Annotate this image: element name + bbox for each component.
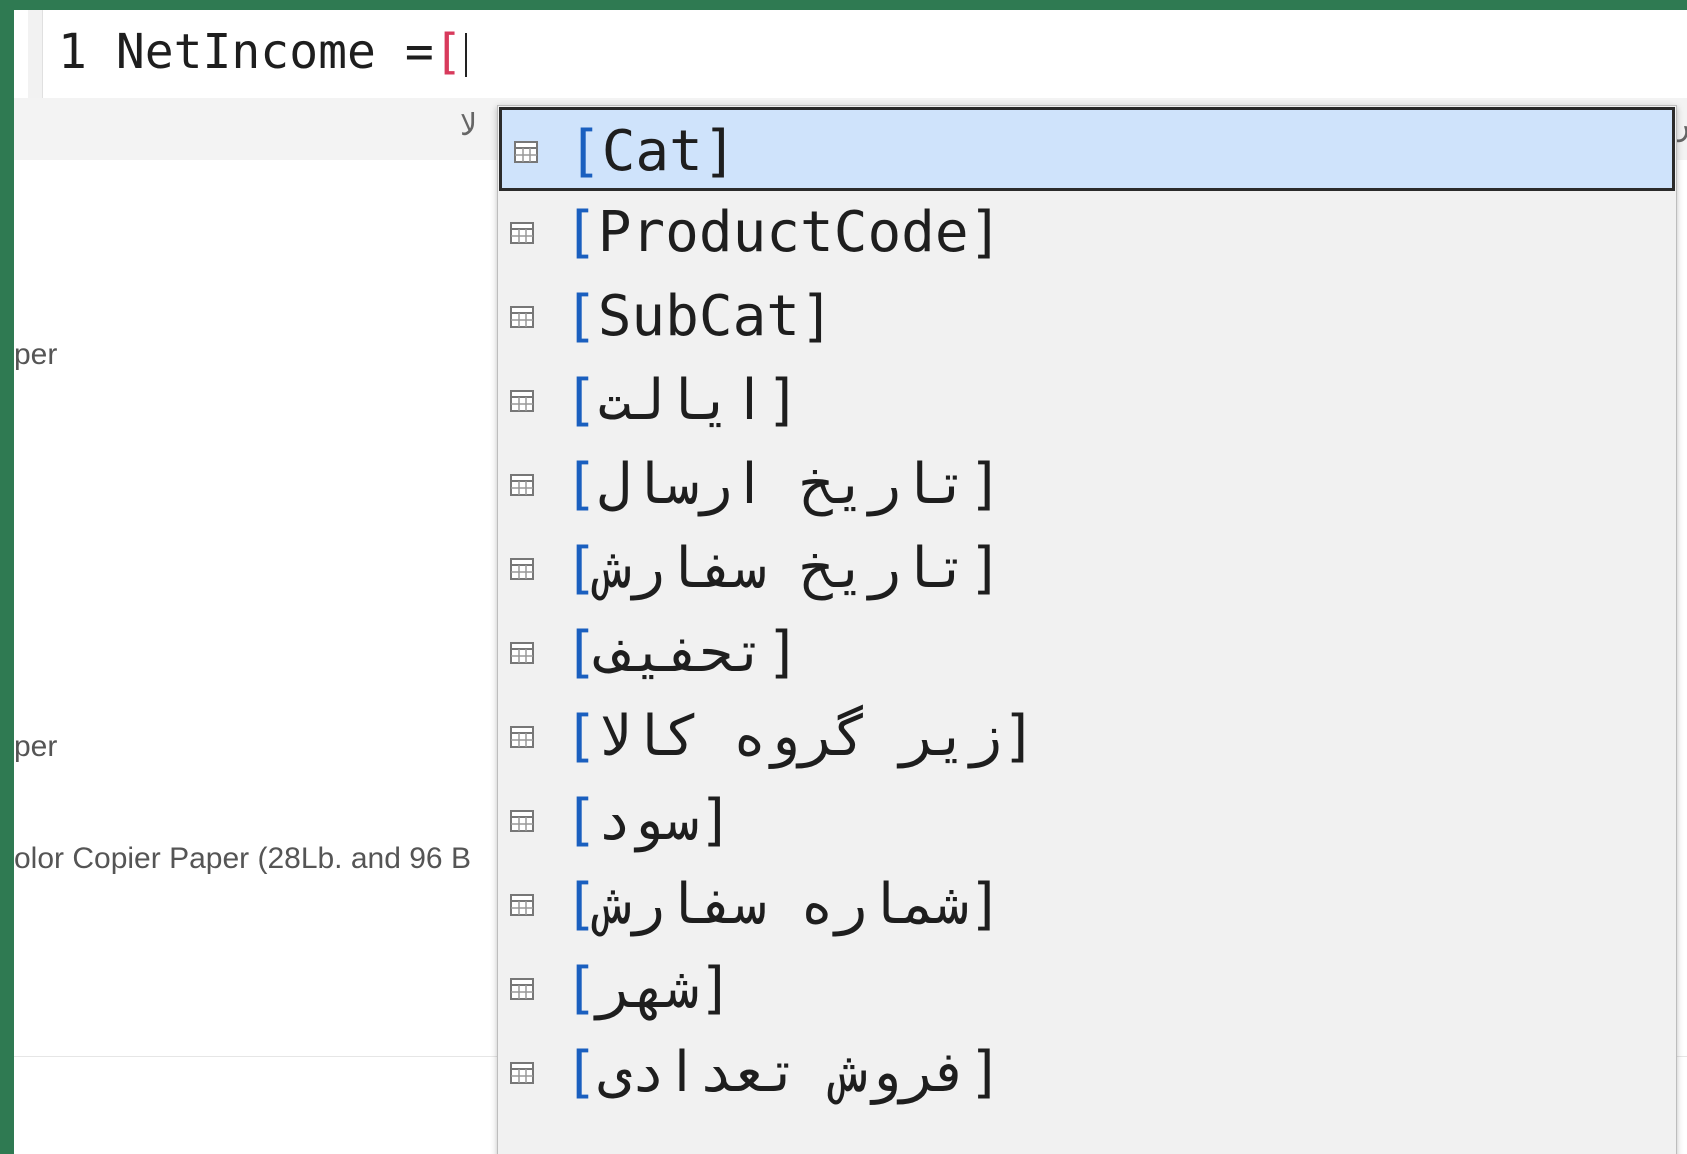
- open-bracket: [: [433, 24, 463, 80]
- text-cursor: [464, 33, 467, 77]
- formula-editor[interactable]: 1 NetIncome =[: [58, 22, 467, 82]
- column-name: فروش تعدادی: [597, 1040, 969, 1105]
- column-name: شماره سفارش: [597, 872, 969, 937]
- close-bracket: ]: [702, 119, 737, 184]
- table-column-icon: [510, 1062, 534, 1084]
- column-name: تاریخ ارسال: [597, 452, 969, 517]
- column-name: زیر گروه کالا: [597, 704, 1003, 769]
- autocomplete-item-label: [تاریخ ارسال]: [564, 451, 1002, 519]
- table-column-icon: [510, 390, 534, 412]
- column-name: شهر: [597, 956, 699, 1021]
- line-number: 1: [58, 24, 87, 80]
- table-column-icon: [510, 642, 534, 664]
- table-column-icon: [510, 810, 534, 832]
- autocomplete-item-label: [شماره سفارش]: [564, 871, 1002, 939]
- close-bracket: ]: [968, 536, 1003, 601]
- open-bracket: [: [564, 368, 598, 433]
- equals-operator: =: [404, 24, 434, 80]
- autocomplete-item-label: [تاریخ سفارش]: [564, 535, 1002, 603]
- formula-gutter: [28, 10, 43, 98]
- autocomplete-item-label: [تحفیف]: [564, 619, 800, 687]
- close-bracket: ]: [766, 368, 801, 433]
- autocomplete-item[interactable]: [تحفیف]: [498, 611, 1676, 695]
- open-bracket: [: [564, 200, 598, 265]
- autocomplete-item-label: [ایالت]: [564, 367, 800, 435]
- column-name: Cat: [601, 119, 703, 184]
- table-cell: olor Copier Paper (28Lb. and 96 B: [14, 842, 471, 875]
- table-cell: per: [14, 338, 58, 371]
- close-bracket: ]: [968, 872, 1003, 937]
- table-column-icon: [510, 978, 534, 1000]
- autocomplete-dropdown[interactable]: [Cat] [ProductCode] [SubCat] [ایالت] [تاریخ …: [497, 105, 1677, 1154]
- table-column-icon: [510, 222, 534, 244]
- table-column-icon: [510, 894, 534, 916]
- autocomplete-item[interactable]: [شماره سفارش]: [498, 863, 1676, 947]
- column-name: SubCat: [597, 284, 801, 349]
- column-name: ایالت: [597, 368, 767, 433]
- column-name: ProductCode: [597, 200, 969, 265]
- table-cell: per: [14, 730, 58, 763]
- table-column-icon: [510, 306, 534, 328]
- table-column-icon: [510, 474, 534, 496]
- open-bracket: [: [564, 536, 598, 601]
- close-bracket: ]: [800, 284, 834, 349]
- autocomplete-item[interactable]: [SubCat]: [498, 275, 1676, 359]
- close-bracket: ]: [698, 956, 733, 1021]
- close-bracket: ]: [766, 620, 801, 685]
- autocomplete-item[interactable]: [تاریخ ارسال]: [498, 443, 1676, 527]
- column-header-fragment-left[interactable]: لا: [460, 108, 477, 143]
- autocomplete-item-label: [Cat]: [568, 118, 737, 186]
- autocomplete-item[interactable]: [زیر گروه کالا]: [498, 695, 1676, 779]
- autocomplete-item-label: [زیر گروه کالا]: [564, 703, 1036, 771]
- autocomplete-item[interactable]: [سود]: [498, 779, 1676, 863]
- close-bracket: ]: [968, 1040, 1003, 1105]
- autocomplete-item-label: [ProductCode]: [564, 199, 1002, 267]
- open-bracket: [: [564, 620, 598, 685]
- open-bracket: [: [564, 704, 598, 769]
- autocomplete-item-label: [شهر]: [564, 955, 733, 1023]
- autocomplete-item-label: [فروش تعدادی]: [564, 1039, 1002, 1107]
- autocomplete-item[interactable]: [ایالت]: [498, 359, 1676, 443]
- autocomplete-item-label: [سود]: [564, 787, 733, 855]
- close-bracket: ]: [968, 452, 1003, 517]
- formula-bar[interactable]: 1 NetIncome =[: [28, 10, 1687, 99]
- open-bracket: [: [564, 452, 598, 517]
- open-bracket: [: [564, 956, 598, 1021]
- autocomplete-item-label: [SubCat]: [564, 283, 834, 351]
- close-bracket: ]: [698, 788, 733, 853]
- close-bracket: ]: [968, 200, 1003, 265]
- column-name: تحفیف: [597, 620, 767, 685]
- open-bracket: [: [564, 1040, 598, 1105]
- open-bracket: [: [564, 788, 598, 853]
- autocomplete-item[interactable]: [Cat]: [499, 107, 1675, 191]
- open-bracket: [: [564, 284, 598, 349]
- table-column-icon: [514, 141, 538, 163]
- autocomplete-item[interactable]: [شهر]: [498, 947, 1676, 1031]
- autocomplete-item[interactable]: [تاریخ سفارش]: [498, 527, 1676, 611]
- table-column-icon: [510, 726, 534, 748]
- close-bracket: ]: [1002, 704, 1037, 769]
- column-name: تاریخ سفارش: [597, 536, 969, 601]
- autocomplete-item[interactable]: [فروش تعدادی]: [498, 1031, 1676, 1115]
- column-name: سود: [597, 788, 699, 853]
- measure-name: NetIncome: [115, 24, 376, 80]
- open-bracket: [: [564, 872, 598, 937]
- table-column-icon: [510, 558, 534, 580]
- autocomplete-item[interactable]: [ProductCode]: [498, 191, 1676, 275]
- open-bracket: [: [568, 119, 602, 184]
- workspace: 1 NetIncome =[ لا ش perperolor Copier Pa…: [14, 10, 1687, 1154]
